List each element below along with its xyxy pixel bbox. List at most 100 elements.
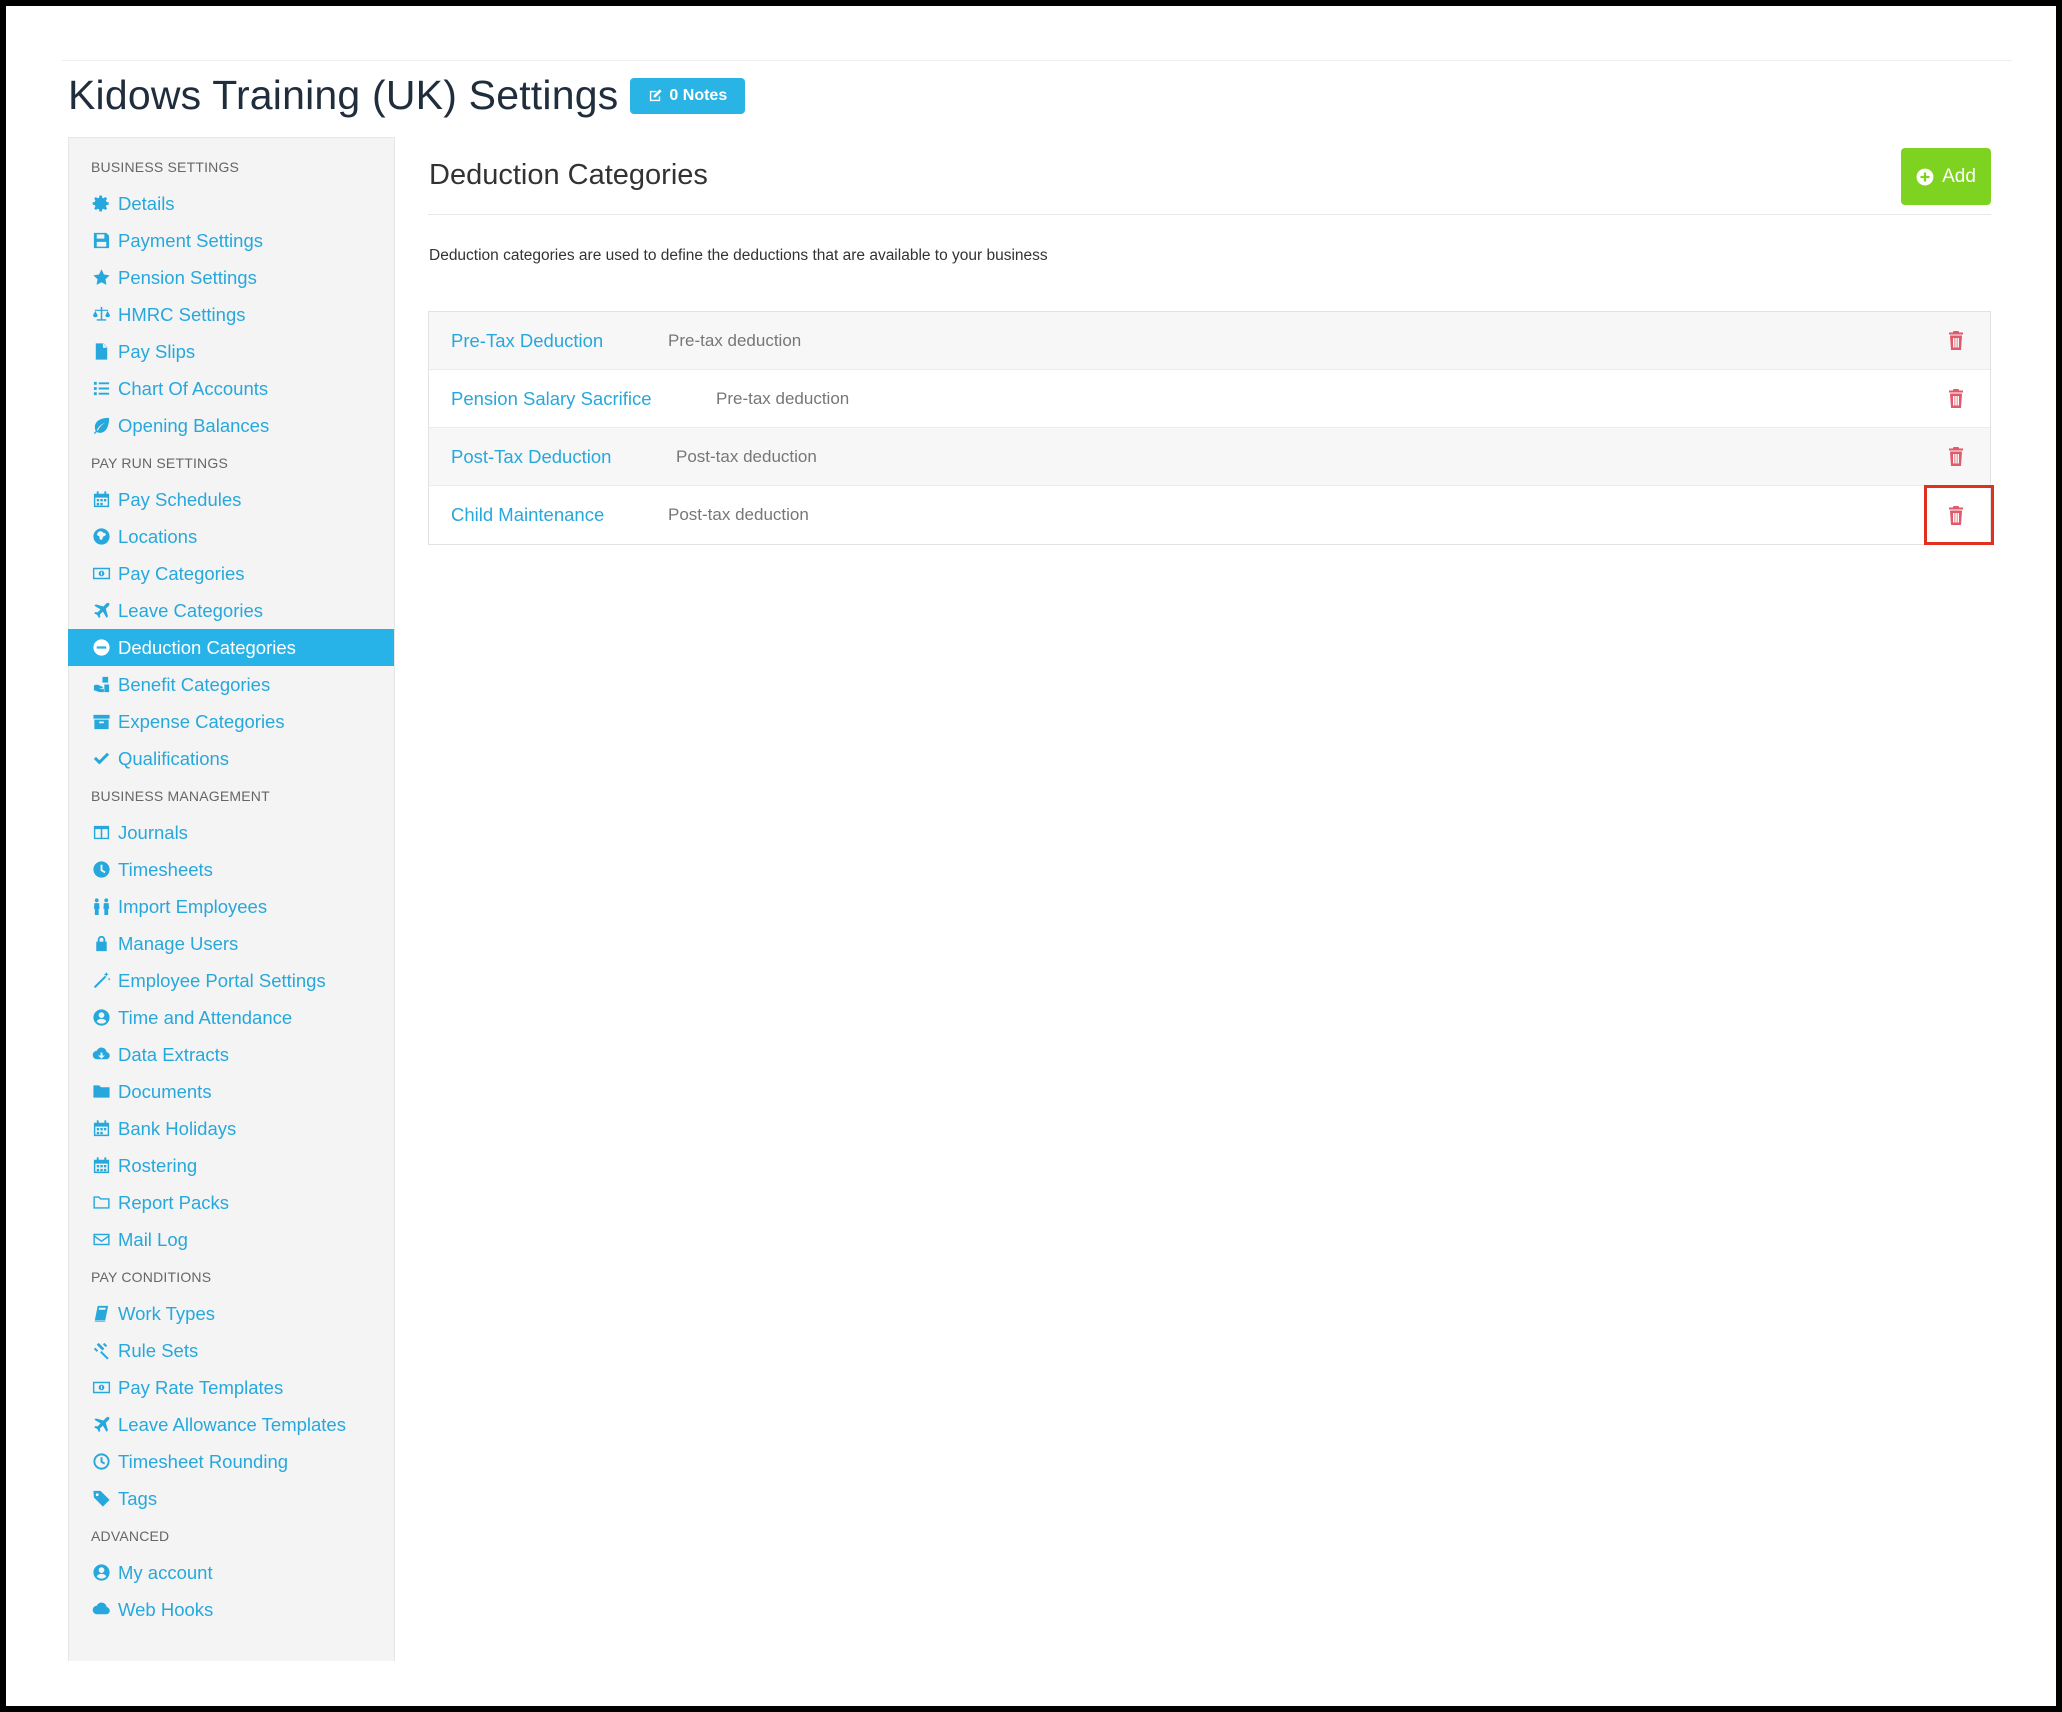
leaf-icon <box>91 415 112 436</box>
top-divider <box>62 60 2012 61</box>
app-window: Kidows Training (UK) Settings 0 Notes BU… <box>6 6 2056 1706</box>
sidebar-item-label: Work Types <box>118 1302 215 1324</box>
folder-icon <box>91 1081 112 1102</box>
book-icon <box>91 1303 112 1324</box>
sidebar-item-timesheets[interactable]: Timesheets <box>69 851 394 888</box>
sidebar-item-work-types[interactable]: Work Types <box>69 1295 394 1332</box>
sidebar-item-import-employees[interactable]: Import Employees <box>69 888 394 925</box>
sidebar-item-label: Web Hooks <box>118 1598 214 1620</box>
deduction-categories-table: Pre-Tax Deduction Pre-tax deduction Pensio… <box>428 311 1994 545</box>
money-icon <box>91 563 112 584</box>
sidebar-item-label: Timesheets <box>118 858 213 880</box>
sidebar-item-benefit-categories[interactable]: Benefit Categories <box>69 666 394 703</box>
trash-icon <box>1949 447 1963 466</box>
trash-icon <box>1949 331 1963 350</box>
sidebar-item-tags[interactable]: Tags <box>69 1480 394 1517</box>
sidebar-item-hmrc-settings[interactable]: HMRC Settings <box>69 296 394 333</box>
section-title: Deduction Categories <box>429 159 708 191</box>
sidebar-item-pay-categories[interactable]: Pay Categories <box>69 555 394 592</box>
table-row: Pre-Tax Deduction Pre-tax deduction <box>429 312 1990 370</box>
sidebar-heading: BUSINESS MANAGEMENT <box>91 788 270 804</box>
sidebar-item-label: Payment Settings <box>118 229 263 251</box>
sidebar-item-rule-sets[interactable]: Rule Sets <box>69 1332 394 1369</box>
gavel-icon <box>91 1340 112 1361</box>
sidebar-item-report-packs[interactable]: Report Packs <box>69 1184 394 1221</box>
people-icon <box>91 896 112 917</box>
delete-button[interactable] <box>1942 327 1970 355</box>
sidebar-item-label: Report Packs <box>118 1191 230 1213</box>
sidebar-item-manage-users[interactable]: Manage Users <box>69 925 394 962</box>
category-type: Pre-tax deduction <box>668 330 802 350</box>
category-type: Pre-tax deduction <box>716 388 850 408</box>
sidebar-item-bank-holidays[interactable]: Bank Holidays <box>69 1110 394 1147</box>
sidebar-item-label: Journals <box>118 821 188 843</box>
section-header: Deduction Categories Add <box>428 137 1991 215</box>
trash-icon <box>1949 389 1963 408</box>
category-name-link[interactable]: Pension Salary Sacrifice <box>429 388 652 410</box>
minus-circle-icon <box>91 637 112 658</box>
sidebar-item-label: Expense Categories <box>118 710 285 732</box>
star-icon <box>91 267 112 288</box>
sidebar-item-expense-categories[interactable]: Expense Categories <box>69 703 394 740</box>
sidebar-item-employee-portal-settings[interactable]: Employee Portal Settings <box>69 962 394 999</box>
check-icon <box>91 748 112 769</box>
category-type: Post-tax deduction <box>668 505 809 524</box>
sidebar-item-documents[interactable]: Documents <box>69 1073 394 1110</box>
floppy-icon <box>91 230 112 251</box>
add-label: Add <box>1942 165 1976 187</box>
sidebar-item-label: Details <box>118 192 175 214</box>
clock-icon <box>91 859 112 880</box>
file-icon <box>91 341 112 362</box>
folder-outline-icon <box>91 1192 112 1213</box>
page-header: Kidows Training (UK) Settings 0 Notes <box>68 72 746 119</box>
sidebar-item-label: Pay Slips <box>118 340 196 362</box>
sidebar-item-leave-allowance-templates[interactable]: Leave Allowance Templates <box>69 1406 394 1443</box>
sidebar-item-journals[interactable]: Journals <box>69 814 394 851</box>
sidebar-item-chart-of-accounts[interactable]: Chart Of Accounts <box>69 370 394 407</box>
delete-button[interactable] <box>1942 443 1970 471</box>
sidebar-item-label: Pension Settings <box>118 266 257 288</box>
sidebar-item-label: Deduction Categories <box>118 636 296 658</box>
sidebar-item-web-hooks[interactable]: Web Hooks <box>69 1591 394 1628</box>
sidebar-item-payment-settings[interactable]: Payment Settings <box>69 222 394 259</box>
archive-icon <box>91 711 112 732</box>
sidebar-item-label: Opening Balances <box>118 414 270 436</box>
columns-icon <box>91 822 112 843</box>
category-name-link[interactable]: Child Maintenance <box>429 504 604 526</box>
sidebar-item-my-account[interactable]: My account <box>69 1554 394 1591</box>
sidebar-item-label: Chart Of Accounts <box>118 377 269 399</box>
sidebar-item-locations[interactable]: Locations <box>69 518 394 555</box>
sidebar-item-pension-settings[interactable]: Pension Settings <box>69 259 394 296</box>
sidebar-item-pay-schedules[interactable]: Pay Schedules <box>69 481 394 518</box>
delete-button[interactable] <box>1942 501 1970 529</box>
sidebar-item-label: Tags <box>118 1487 158 1509</box>
sidebar-item-details[interactable]: Details <box>69 185 394 222</box>
table-row: Pension Salary Sacrifice Pre-tax deductio… <box>429 370 1990 428</box>
sidebar-item-label: Benefit Categories <box>118 673 271 695</box>
sidebar-item-data-extracts[interactable]: Data Extracts <box>69 1036 394 1073</box>
sidebar-item-pay-slips[interactable]: Pay Slips <box>69 333 394 370</box>
sidebar-item-qualifications[interactable]: Qualifications <box>69 740 394 777</box>
sidebar-item-leave-categories[interactable]: Leave Categories <box>69 592 394 629</box>
sidebar-item-time-and-attendance[interactable]: Time and Attendance <box>69 999 394 1036</box>
section-description: Deduction categories are used to define … <box>429 247 1048 264</box>
sidebar-item-pay-rate-templates[interactable]: Pay Rate Templates <box>69 1369 394 1406</box>
globe-icon <box>91 526 112 547</box>
sidebar-item-rostering[interactable]: Rostering <box>69 1147 394 1184</box>
sidebar-heading: ADVANCED <box>91 1528 170 1544</box>
add-button[interactable]: Add <box>1901 148 1991 205</box>
notes-button[interactable]: 0 Notes <box>630 77 746 114</box>
main-content: Deduction Categories Add Deduction categ… <box>428 137 1994 545</box>
category-name-link[interactable]: Post-Tax Deduction <box>429 446 611 468</box>
sidebar-item-label: Manage Users <box>118 932 239 954</box>
category-name-link[interactable]: Pre-Tax Deduction <box>429 330 603 352</box>
sidebar-item-opening-balances[interactable]: Opening Balances <box>69 407 394 444</box>
list-icon <box>91 378 112 399</box>
delete-button[interactable] <box>1942 385 1970 413</box>
sidebar-item-timesheet-rounding[interactable]: Timesheet Rounding <box>69 1443 394 1480</box>
sidebar-heading: BUSINESS SETTINGS <box>91 159 240 175</box>
table-row: Child Maintenance Post-tax deduction <box>429 485 1994 545</box>
edit-icon <box>650 89 663 102</box>
sidebar-item-deduction-categories[interactable]: Deduction Categories <box>68 629 394 666</box>
sidebar-item-mail-log[interactable]: Mail Log <box>69 1221 394 1258</box>
